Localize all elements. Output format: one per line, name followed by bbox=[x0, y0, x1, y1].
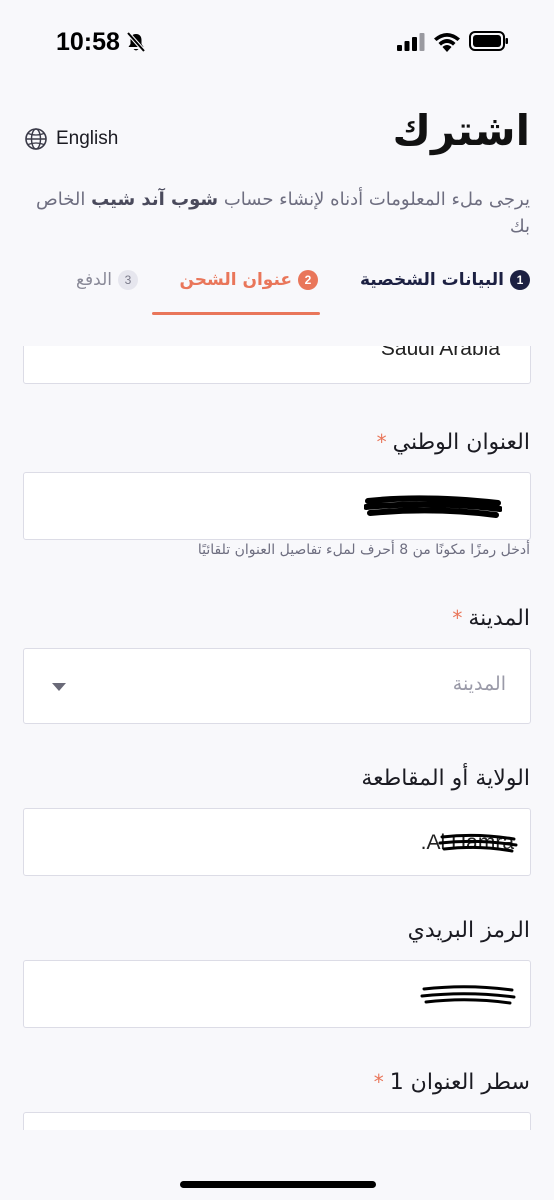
signup-stepper: 1 البيانات الشخصية 2 عنوان الشحن 3 الدفع bbox=[0, 262, 554, 318]
shipping-form[interactable]: Saudi Arabia العنوان الوطني* أدخل رمزًا … bbox=[0, 346, 554, 1130]
globe-icon bbox=[25, 128, 47, 150]
language-switch-button[interactable]: English bbox=[24, 127, 118, 151]
address-line1-label-text: سطر العنوان 1 bbox=[389, 1070, 530, 1095]
status-bar: 10:58 bbox=[0, 0, 554, 80]
active-step-indicator bbox=[152, 312, 320, 315]
step-label: الدفع bbox=[75, 270, 112, 290]
required-asterisk: * bbox=[452, 606, 463, 630]
redaction-scribble bbox=[420, 985, 516, 1005]
step-label: البيانات الشخصية bbox=[359, 270, 504, 290]
city-label: المدينة* bbox=[452, 606, 530, 631]
wifi-icon bbox=[434, 33, 460, 52]
country-value: Saudi Arabia bbox=[380, 346, 500, 360]
address-line1-label: سطر العنوان 1* bbox=[374, 1070, 530, 1095]
cellular-signal-icon bbox=[397, 33, 425, 51]
postal-code-input[interactable] bbox=[23, 960, 531, 1028]
redaction-scribble bbox=[364, 495, 502, 518]
city-placeholder: المدينة bbox=[452, 673, 506, 695]
address-line1-input[interactable] bbox=[23, 1112, 531, 1130]
city-label-text: المدينة bbox=[468, 606, 530, 631]
bell-off-icon bbox=[126, 31, 146, 53]
national-address-input[interactable] bbox=[23, 472, 531, 540]
status-time: 10:58 bbox=[56, 28, 120, 56]
step-number-badge: 2 bbox=[298, 270, 318, 290]
postal-code-label: الرمز البريدي bbox=[407, 918, 530, 943]
national-address-hint: أدخل رمزًا مكونًا من 8 أحرف لملء تفاصيل … bbox=[197, 542, 530, 558]
step-label: عنوان الشحن bbox=[179, 270, 292, 290]
step-shipping-address[interactable]: 2 عنوان الشحن bbox=[179, 270, 318, 290]
home-indicator[interactable] bbox=[180, 1181, 376, 1188]
national-address-label: العنوان الوطني* bbox=[377, 430, 530, 455]
step-payment[interactable]: 3 الدفع bbox=[76, 270, 138, 290]
language-label: English bbox=[56, 128, 119, 149]
redaction-scribble bbox=[438, 833, 518, 853]
step-personal-data[interactable]: 1 البيانات الشخصية bbox=[360, 270, 530, 290]
brand-name: شوب آند شيب bbox=[91, 189, 219, 210]
page-title: اشترك bbox=[392, 106, 530, 155]
chevron-down-icon bbox=[52, 683, 66, 691]
step-number-badge: 3 bbox=[118, 270, 138, 290]
step-number-badge: 1 bbox=[510, 270, 530, 290]
city-select[interactable]: المدينة bbox=[23, 648, 531, 724]
state-label: الولاية أو المقاطعة bbox=[361, 766, 530, 791]
national-address-label-text: العنوان الوطني bbox=[392, 430, 530, 455]
battery-icon bbox=[469, 31, 508, 51]
required-asterisk: * bbox=[376, 430, 387, 454]
country-input[interactable]: Saudi Arabia bbox=[23, 346, 531, 384]
subtitle-text-start: يرجى ملء المعلومات أدناه لإنشاء حساب bbox=[218, 189, 530, 210]
state-input[interactable]: .Al Hamra bbox=[23, 808, 531, 876]
required-asterisk: * bbox=[373, 1070, 384, 1094]
page-subtitle: يرجى ملء المعلومات أدناه لإنشاء حساب شوب… bbox=[20, 186, 530, 240]
